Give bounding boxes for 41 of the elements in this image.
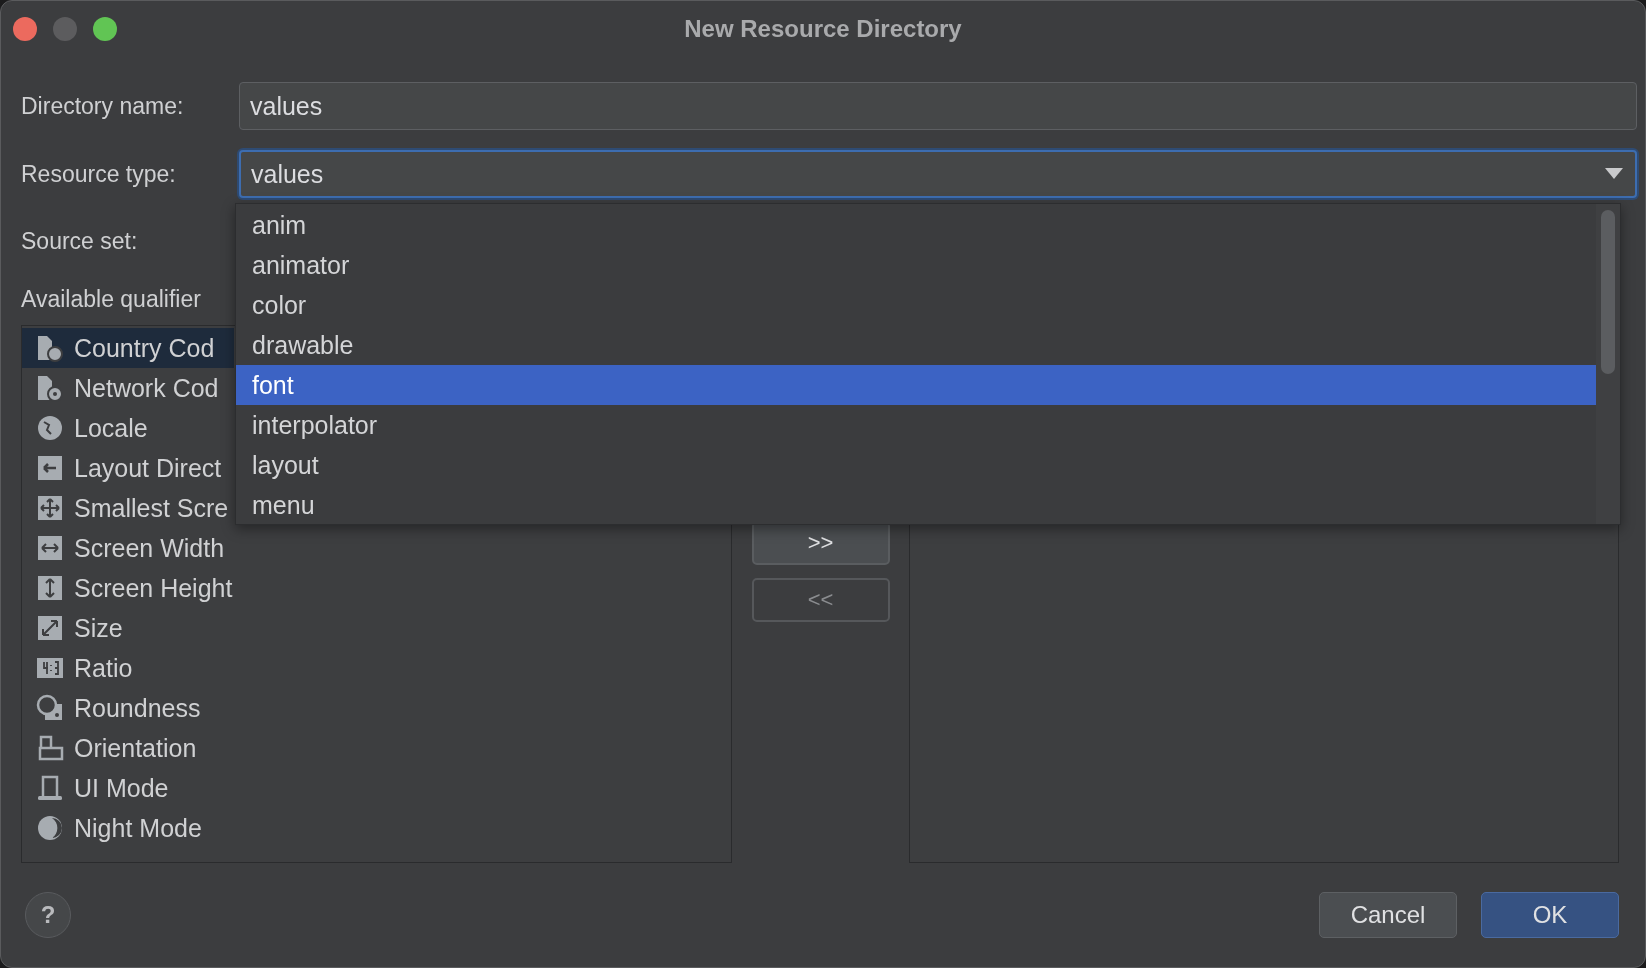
- scrollbar-thumb[interactable]: [1601, 210, 1615, 374]
- list-item[interactable]: UI Mode: [22, 768, 234, 808]
- close-button[interactable]: [13, 17, 37, 41]
- menu-item[interactable]: font: [236, 365, 1596, 405]
- menu-item[interactable]: menu: [236, 485, 1596, 524]
- list-item[interactable]: Night Mode: [22, 808, 234, 848]
- list-item[interactable]: Size: [22, 608, 234, 648]
- list-item[interactable]: Network Cod: [22, 368, 234, 408]
- list-item[interactable]: Ratio: [22, 648, 234, 688]
- field-label: Resource type:: [21, 160, 177, 188]
- desk-icon: [36, 774, 64, 802]
- list-item[interactable]: Locale: [22, 408, 234, 448]
- list-item[interactable]: Smallest Scre: [22, 488, 234, 528]
- menu-item[interactable]: animator: [236, 245, 1596, 285]
- list-item[interactable]: Orientation: [22, 728, 234, 768]
- moon-icon: [36, 814, 64, 842]
- menu-item[interactable]: anim: [236, 205, 1596, 245]
- field-label: Source set:: [21, 227, 139, 255]
- menu-item[interactable]: color: [236, 285, 1596, 325]
- scrollbar[interactable]: [1596, 204, 1620, 524]
- caret-icon: [1605, 168, 1623, 180]
- help-button[interactable]: ?: [25, 892, 71, 938]
- input-field[interactable]: values: [239, 82, 1637, 130]
- orientation-icon: [36, 734, 64, 762]
- menu-item[interactable]: layout: [236, 445, 1596, 485]
- field-label: Directory name:: [21, 92, 185, 120]
- zoom-button[interactable]: [93, 17, 117, 41]
- list-item[interactable]: Screen Height: [22, 568, 234, 608]
- dropdown-field[interactable]: values: [239, 150, 1637, 198]
- section-label: Available qualifier: [21, 285, 202, 313]
- ok-button[interactable]: OK: [1481, 892, 1619, 938]
- window-title: New Resource Directory: [684, 15, 962, 43]
- cancel-button[interactable]: Cancel: [1319, 892, 1457, 938]
- list-item[interactable]: Layout Direct: [22, 448, 234, 488]
- minimize-button[interactable]: [53, 17, 77, 41]
- list-item[interactable]: Screen Width: [22, 528, 234, 568]
- roundness-icon: [36, 694, 64, 722]
- menu-item[interactable]: interpolator: [236, 405, 1596, 445]
- list-item[interactable]: Roundness: [22, 688, 234, 728]
- list-item[interactable]: Country Cod: [22, 328, 234, 368]
- menu-item[interactable]: drawable: [236, 325, 1596, 365]
